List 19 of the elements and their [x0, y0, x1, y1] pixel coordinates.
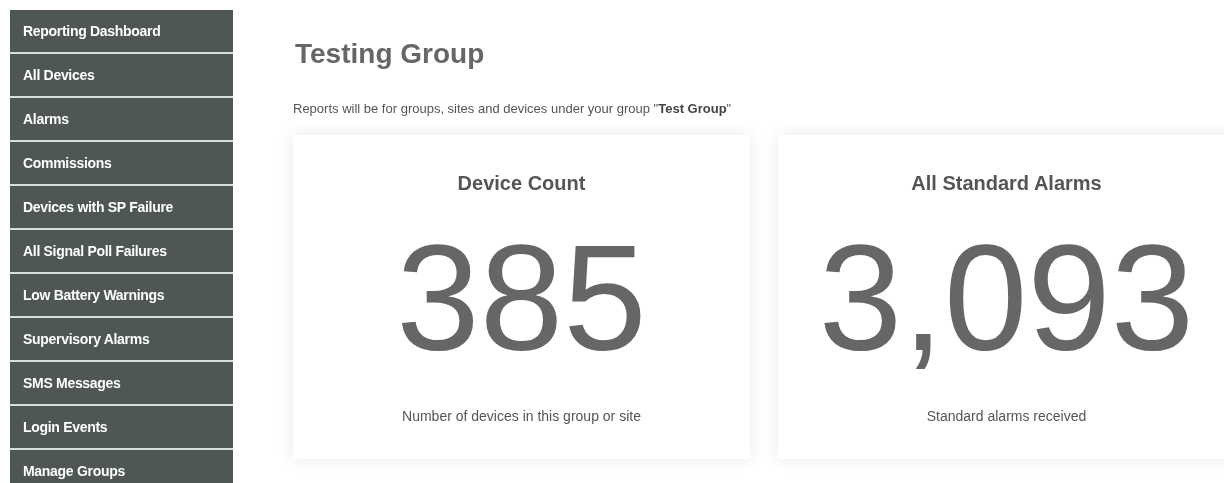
card-caption: Standard alarms received: [926, 408, 1087, 424]
sidebar-item[interactable]: Supervisory Alarms: [10, 318, 233, 362]
stat-value: 385: [396, 223, 647, 373]
sidebar-item[interactable]: All Devices: [10, 54, 233, 98]
sidebar-item[interactable]: Low Battery Warnings: [10, 274, 233, 318]
stat-value: 3,093: [818, 223, 1195, 373]
sidebar-item[interactable]: Alarms: [10, 98, 233, 142]
page-title: Testing Group: [295, 38, 486, 70]
card-title: Device Count: [457, 172, 586, 195]
sidebar-item[interactable]: Commissions: [10, 142, 233, 186]
sidebar-item[interactable]: Devices with SP Failure: [10, 186, 233, 230]
sidebar-item[interactable]: Login Events: [10, 406, 233, 450]
sidebar-item[interactable]: Reporting Dashboard: [10, 10, 233, 54]
card-caption: Number of devices in this group or site: [402, 408, 641, 424]
sidebar-item[interactable]: SMS Messages: [10, 362, 233, 406]
card-title: All Standard Alarms: [911, 172, 1102, 195]
sidebar-item[interactable]: Manage Groups: [10, 450, 233, 483]
sidebar-item[interactable]: All Signal Poll Failures: [10, 230, 233, 274]
intro-text: Reports will be for groups, sites and devices under your group "Test Group": [293, 101, 733, 116]
